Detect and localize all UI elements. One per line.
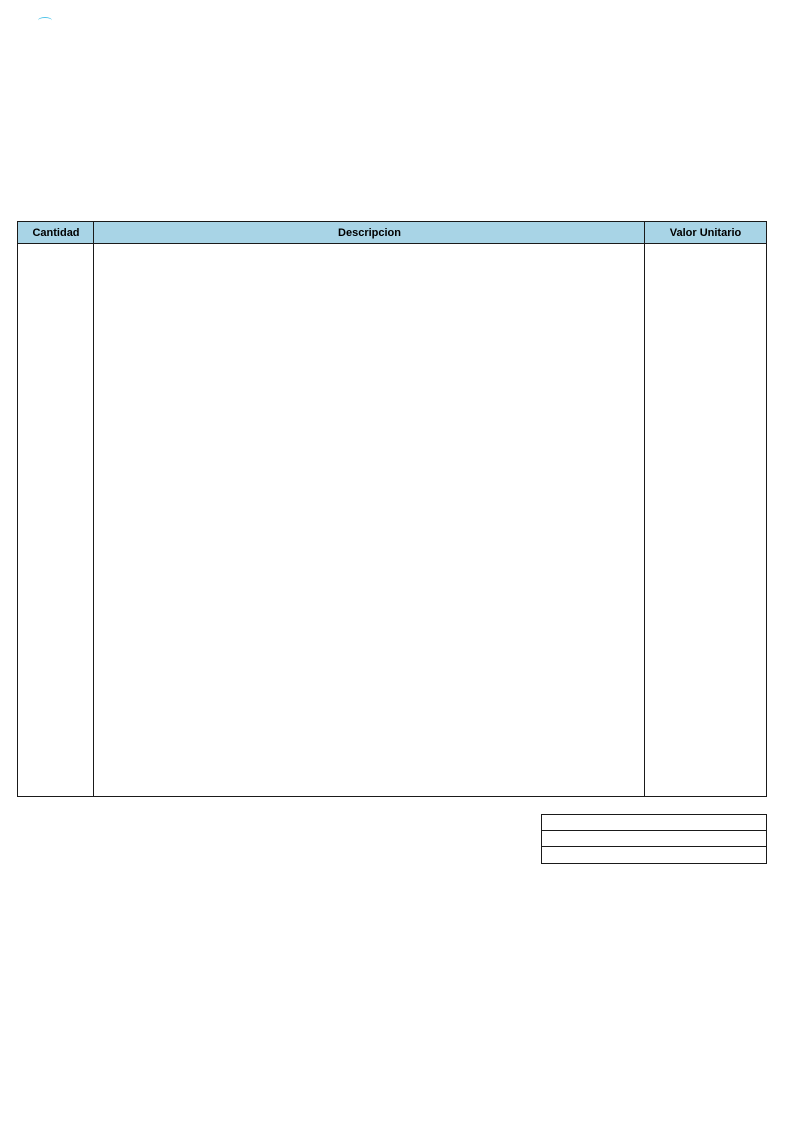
totals-box — [541, 814, 767, 864]
table-header-row: Cantidad Descripcion Valor Unitario — [18, 222, 766, 244]
totals-row[interactable] — [542, 815, 766, 831]
items-table: Cantidad Descripcion Valor Unitario — [17, 221, 767, 797]
column-header-descripcion: Descripcion — [338, 226, 401, 239]
table-body[interactable] — [18, 244, 766, 796]
totals-row[interactable] — [542, 847, 766, 863]
logo-mark — [38, 17, 52, 24]
totals-row[interactable] — [542, 831, 766, 847]
column-header-cantidad: Cantidad — [32, 226, 80, 239]
column-header-valor-unitario: Valor Unitario — [669, 226, 742, 239]
